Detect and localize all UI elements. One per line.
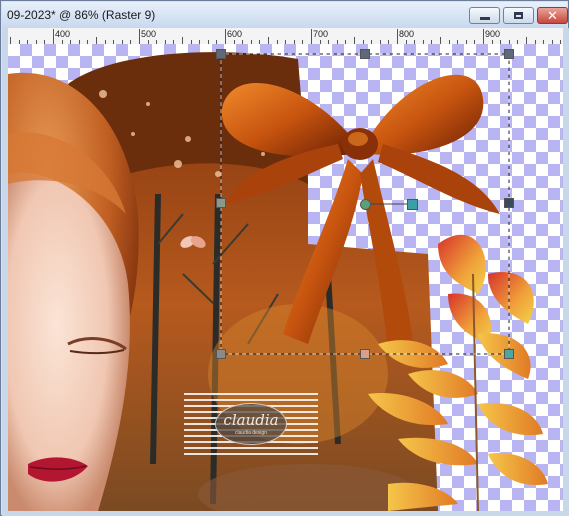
ruler-tick [397,29,398,44]
rotate-handle-icon[interactable] [360,199,371,210]
handle-top-middle[interactable] [360,49,370,59]
ruler-tick [96,37,97,44]
ruler-tick [354,37,355,44]
ruler-label: 700 [313,29,329,39]
minimize-button[interactable] [469,7,500,24]
close-button[interactable]: ✕ [537,7,568,24]
app-window: 09-2023* @ 86% (Raster 9) ✕ 400 500 600 700… [0,0,569,516]
handle-top-right[interactable] [504,49,514,59]
ruler-label: 500 [141,29,157,39]
watermark-sub: claudia design [235,429,267,436]
watermark: claudia claudia design [184,393,318,455]
minimize-icon [479,17,490,20]
ruler-label: 800 [399,29,415,39]
handle-bottom-right[interactable] [504,349,514,359]
title-bar[interactable]: 09-2023* @ 86% (Raster 9) ✕ [2,2,568,29]
ruler-label: 600 [227,29,243,39]
watermark-name: claudia [223,410,279,429]
ruler-label: 400 [55,29,71,39]
close-icon: ✕ [547,8,558,23]
ruler-label: 900 [485,29,501,39]
handle-middle-left[interactable] [216,198,226,208]
handle-bottom-left[interactable] [216,349,226,359]
maximize-button[interactable] [503,7,534,24]
image-canvas[interactable]: claudia claudia design [8,44,563,511]
horizontal-ruler[interactable]: 400 500 600 700 800 900 [8,28,563,45]
frame-right-edge [563,28,569,511]
ruler-tick [10,37,11,44]
ruler-tick [53,29,54,44]
frame-bottom-edge [2,511,569,516]
maximize-icon [514,12,523,19]
ruler-tick [225,29,226,44]
ruler-tick [440,37,441,44]
handle-top-left[interactable] [216,49,226,59]
handle-middle-right[interactable] [504,198,514,208]
handle-bottom-middle[interactable] [360,349,370,359]
ruler-tick [526,37,527,44]
ruler-tick [483,29,484,44]
watermark-badge: claudia claudia design [215,403,287,445]
ruler-tick [311,29,312,44]
window-title: 09-2023* @ 86% (Raster 9) [7,8,156,22]
ruler-tick [139,29,140,44]
ruler-tick [268,37,269,44]
pivot-handle[interactable] [407,199,418,210]
ruler-tick [182,37,183,44]
